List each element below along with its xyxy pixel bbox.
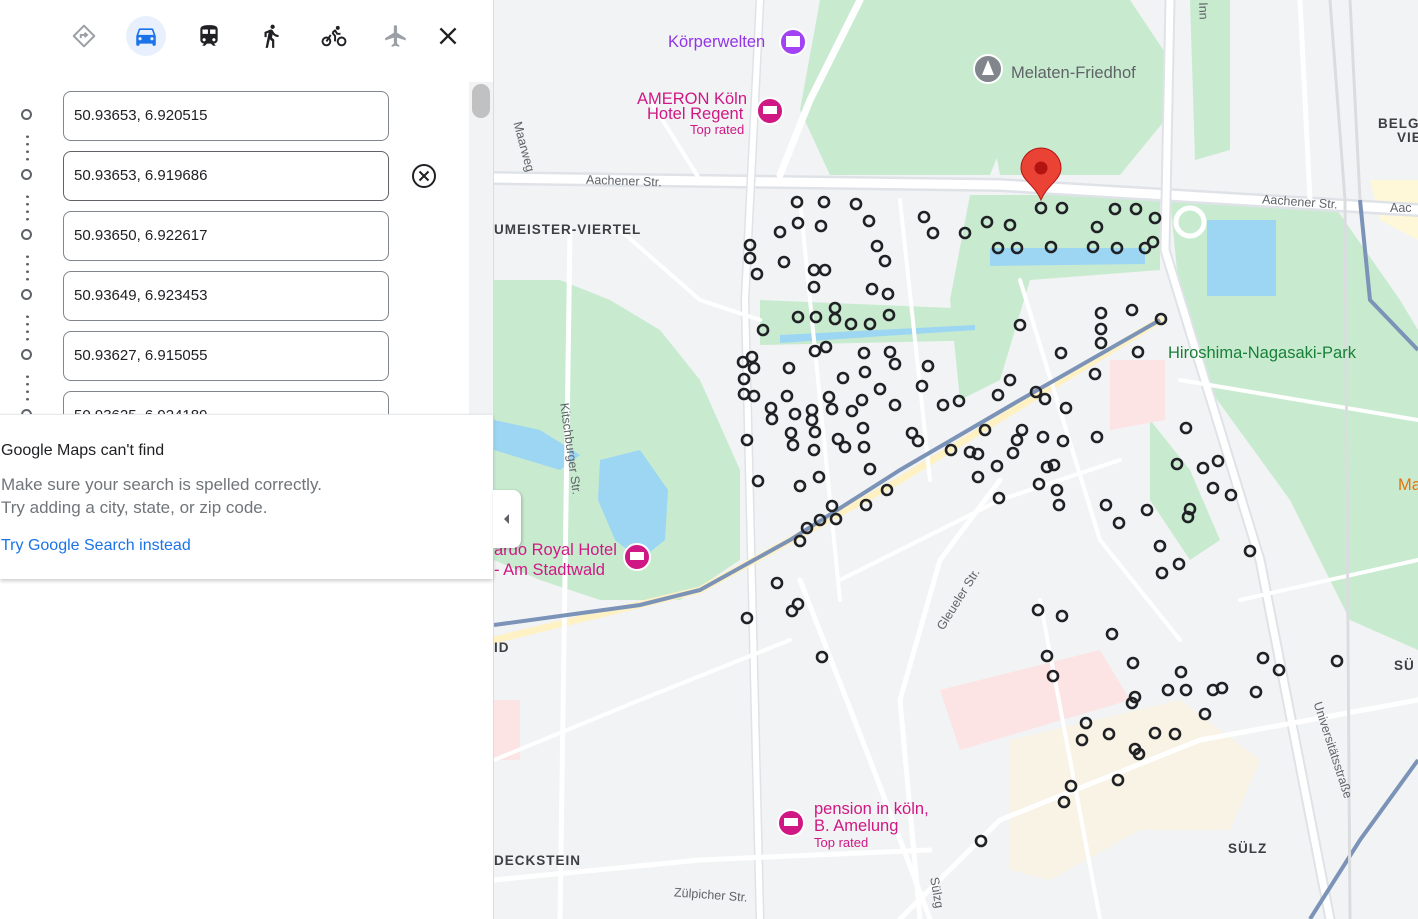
map-label-ameron-rating: Top rated [690,122,745,137]
stop-row: 50.93653, 6.920515 [0,91,470,141]
cycling-mode-button[interactable] [314,16,354,56]
map-label-pension[interactable]: pension in köln, [814,801,929,818]
district-label-braunsfeld: UMEISTER-VIERTEL [494,222,642,237]
map-label-hiroshima-park[interactable]: Hiroshima-Nagasaki-Park [1168,344,1356,363]
road-label-aachener: Aachener Str. [585,172,662,190]
stop-input[interactable]: 50.93653, 6.919686 [63,151,389,201]
waypoint-icon [21,229,32,240]
driving-mode-button[interactable] [126,16,166,56]
district-label-lindenthal: DECKSTEIN [494,853,582,868]
map-label-ameron-2[interactable]: Hotel Regent [647,106,743,123]
map-label-koerperwelten[interactable]: Körperwelten [668,33,765,52]
stop-input[interactable]: 50.93627, 6.915055 [63,331,389,381]
stop-row: 50.93653, 6.919686 [0,151,470,201]
collapse-panel-button[interactable] [493,490,521,548]
stop-row: 50.93650, 6.922617 [0,211,470,261]
plane-icon [385,25,406,47]
map-label-pension-2[interactable]: B. Amelung [814,818,898,835]
waypoint-icon [21,289,32,300]
stop-input[interactable]: 50.93625, 6.924189 [63,391,389,414]
car-icon [136,28,156,46]
not-found-hint: Make sure your search is spelled correct… [1,475,322,494]
district-label-belgisches: BELG [1378,116,1418,131]
bike-icon [321,25,347,47]
road-label-inner: Inn [1196,2,1211,20]
not-found-card: Google Maps can't find Make sure your se… [0,414,493,579]
stop-input[interactable]: 50.93649, 6.923453 [63,271,389,321]
map-canvas[interactable]: Körperwelten Melaten-Friedhof AMERON Köl… [494,0,1418,919]
map-label-pardo-hotel-2[interactable]: - Am Stadtwald [494,562,605,579]
waypoint-icon [21,169,32,180]
stops-list: 50.93653, 6.920515 50.93653, 6.919686 50… [0,72,493,414]
stop-row: 50.93627, 6.915055 [0,331,470,381]
district-label-partial: SÜ [1394,658,1415,673]
close-icon [439,27,457,45]
best-mode-button[interactable] [64,16,104,56]
close-directions-button[interactable] [428,16,468,56]
remove-stop-icon[interactable] [410,162,438,190]
stop-input[interactable]: 50.93653, 6.920515 [63,91,389,141]
google-search-link[interactable]: Try Google Search instead [1,537,191,555]
transit-mode-button[interactable] [189,16,229,56]
map-label-partial: Ma [1398,476,1418,494]
stop-input[interactable]: 50.93650, 6.922617 [63,211,389,261]
district-label-partial: ID [494,640,510,655]
stop-row: 50.93649, 6.923453 [0,271,470,321]
scrollbar-thumb[interactable] [472,84,490,118]
directions-panel: 50.93653, 6.920515 50.93653, 6.919686 50… [0,0,494,919]
map-label-melaten[interactable]: Melaten-Friedhof [1011,64,1136,83]
flights-mode-button[interactable] [376,16,416,56]
walking-mode-button[interactable] [251,16,291,56]
stop-row: 50.93625, 6.924189 [0,391,470,414]
stops-scrollbar[interactable] [469,82,493,414]
waypoint-icon [21,109,32,120]
travel-mode-bar [0,0,493,72]
not-found-hint: Try adding a city, state, or zip code. [1,498,268,517]
waypoint-icon [21,349,32,360]
train-icon [200,25,218,46]
chevron-left-icon [504,514,509,524]
road-label-aachener: Aac [1390,201,1412,215]
map-label-pension-rating: Top rated [814,835,869,850]
district-label-suelz: SÜLZ [1228,841,1268,856]
not-found-title: Google Maps can't find [1,442,165,459]
walk-icon [264,24,279,48]
map-base [494,0,1418,919]
district-label-belgisches: VIE [1397,130,1418,145]
directions-icon [72,24,96,48]
